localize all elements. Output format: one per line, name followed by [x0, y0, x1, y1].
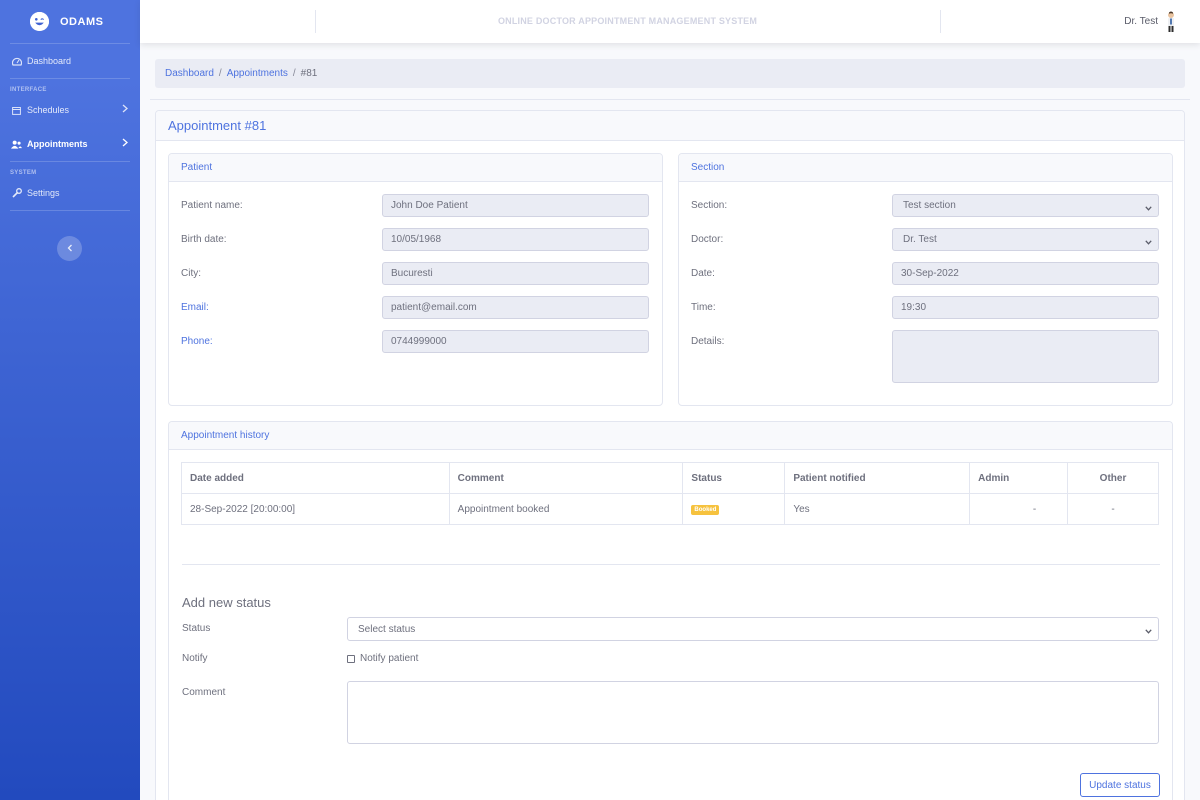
update-status-button[interactable]: Update status — [1080, 773, 1160, 797]
notify-patient-option[interactable]: Notify patient — [347, 653, 418, 664]
wrench-icon — [11, 188, 22, 199]
sidebar-item-label: Schedules — [27, 105, 70, 115]
details-label: Details: — [691, 336, 725, 347]
section-select-value: Test section — [903, 200, 956, 211]
birth-date-field[interactable]: 10/05/1968 — [382, 228, 649, 251]
patient-card: Patient Patient name: John Doe Patient B… — [168, 153, 663, 406]
email-field[interactable]: patient@email.com — [382, 296, 649, 319]
notify-patient-label[interactable]: Notify patient — [360, 653, 418, 664]
sidebar-item-appointments[interactable]: Appointments — [0, 127, 140, 161]
patient-name-label: Patient name: — [181, 200, 243, 211]
chevron-right-icon — [122, 138, 128, 149]
breadcrumb-current: #81 — [300, 68, 318, 79]
birth-date-label: Birth date: — [181, 234, 227, 245]
column-header: Patient notified — [784, 462, 971, 494]
brand-name: ODAMS — [60, 15, 104, 28]
notified-cell: Yes — [784, 493, 971, 525]
details-textarea[interactable] — [892, 330, 1159, 383]
other-cell: - — [1067, 493, 1159, 525]
status-label: Status — [182, 623, 211, 634]
patient-name-field[interactable]: John Doe Patient — [382, 194, 649, 217]
breadcrumb-separator: / — [218, 68, 222, 79]
table-header-row: Date added Comment Status Patient notifi… — [181, 462, 1159, 494]
date-added-cell: 28-Sep-2022 [20:00:00] — [181, 493, 450, 525]
sidebar: ODAMS Dashboard INTERFACE Schedules Appo… — [0, 0, 140, 800]
sidebar-item-label: Dashboard — [27, 56, 72, 66]
admin-cell: - — [969, 493, 1069, 525]
sidebar-divider — [10, 210, 130, 211]
sidebar-item-settings[interactable]: Settings — [0, 176, 140, 210]
city-field[interactable]: Bucuresti — [382, 262, 649, 285]
phone-link[interactable]: Phone: — [181, 336, 213, 347]
column-header: Comment — [448, 462, 684, 494]
status-badge: Booked — [691, 505, 720, 515]
history-table: Date added Comment Status Patient notifi… — [181, 462, 1159, 525]
section-select[interactable]: Test section — [892, 194, 1159, 217]
email-link[interactable]: Email: — [181, 302, 209, 313]
doctor-select[interactable]: Dr. Test — [892, 228, 1159, 251]
chevron-down-icon — [1145, 203, 1152, 214]
breadcrumb-dashboard-link[interactable]: Dashboard — [165, 68, 214, 79]
city-label: City: — [181, 268, 201, 279]
sidebar-item-label: Appointments — [27, 139, 88, 149]
calendar-icon — [11, 105, 22, 116]
chevron-down-icon — [1145, 237, 1152, 248]
add-status-title: Add new status — [182, 595, 271, 610]
system-title: ONLINE DOCTOR APPOINTMENT MANAGEMENT SYS… — [497, 16, 758, 26]
brand[interactable]: ODAMS — [0, 0, 140, 43]
notify-label: Notify — [182, 653, 208, 664]
status-cell: Booked — [682, 493, 786, 525]
column-header: Date added — [181, 462, 450, 494]
section-card: Section Section: Test section Doctor: Dr… — [678, 153, 1173, 406]
sidebar-toggle-button[interactable] — [57, 236, 82, 261]
status-select-value: Select status — [358, 623, 416, 635]
topbar-divider — [940, 10, 941, 33]
comment-cell: Appointment booked — [448, 493, 684, 525]
section-card-title: Section — [679, 154, 1172, 182]
divider — [182, 564, 1160, 565]
column-header: Admin — [969, 462, 1069, 494]
doctor-select-value: Dr. Test — [903, 234, 937, 245]
sidebar-heading-system: SYSTEM — [10, 170, 37, 176]
user-friends-icon — [11, 139, 22, 150]
sidebar-heading-interface: INTERFACE — [10, 87, 47, 93]
breadcrumb-appointments-link[interactable]: Appointments — [227, 68, 288, 79]
topbar: ONLINE DOCTOR APPOINTMENT MANAGEMENT SYS… — [140, 0, 1200, 43]
history-card-title: Appointment history — [169, 422, 1172, 450]
column-header: Other — [1067, 462, 1159, 494]
sidebar-item-schedules[interactable]: Schedules — [0, 93, 140, 127]
breadcrumb-separator: / — [292, 68, 296, 79]
breadcrumb: Dashboard / Appointments / #81 — [155, 59, 1185, 88]
avatar[interactable] — [1164, 11, 1178, 33]
user-name[interactable]: Dr. Test — [1124, 16, 1158, 27]
time-field[interactable]: 19:30 — [892, 296, 1159, 319]
table-row: 28-Sep-2022 [20:00:00] Appointment booke… — [181, 493, 1159, 525]
sidebar-item-dashboard[interactable]: Dashboard — [0, 44, 140, 78]
chevron-left-icon — [67, 243, 73, 255]
chevron-right-icon — [122, 104, 128, 115]
divider — [150, 99, 1190, 100]
phone-field[interactable]: 0744999000 — [382, 330, 649, 353]
laugh-icon — [30, 12, 49, 31]
tachometer-icon — [11, 56, 22, 67]
appointment-card: Appointment #81 Patient Patient name: Jo… — [155, 110, 1185, 800]
time-label: Time: — [691, 302, 716, 313]
comment-textarea[interactable] — [347, 681, 1159, 744]
column-header: Status — [682, 462, 786, 494]
patient-card-title: Patient — [169, 154, 662, 182]
date-field[interactable]: 30-Sep-2022 — [892, 262, 1159, 285]
date-label: Date: — [691, 268, 715, 279]
section-label: Section: — [691, 200, 728, 211]
chevron-down-icon — [1145, 626, 1152, 637]
sidebar-item-label: Settings — [27, 188, 60, 198]
comment-label: Comment — [182, 687, 226, 698]
doctor-label: Doctor: — [691, 234, 724, 245]
notify-patient-checkbox[interactable] — [347, 654, 355, 663]
status-select[interactable]: Select status — [347, 617, 1159, 641]
page-title: Appointment #81 — [156, 111, 1184, 141]
